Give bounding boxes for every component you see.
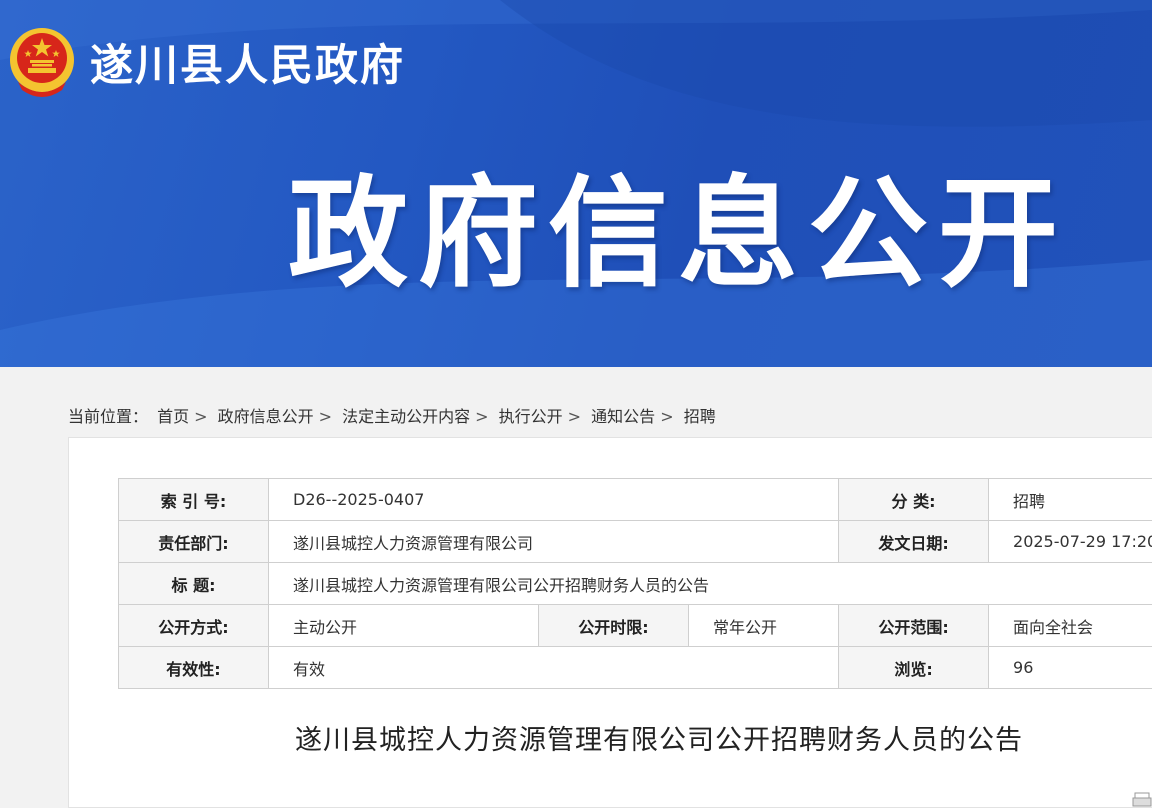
title-label: 标 题: [118,562,269,605]
dept-value: 遂川县城控人力资源管理有限公司 [267,520,840,563]
breadcrumb-separator: > [567,407,582,426]
site-title[interactable]: 遂川县人民政府 [90,31,405,93]
validity-label: 有效性: [118,646,269,689]
date-value: 2025-07-29 17:20:27 [988,520,1152,563]
views-value: 96 [988,646,1152,689]
breadcrumb-item-statutory[interactable]: 法定主动公开内容 [342,407,470,426]
site-header[interactable]: 遂川县人民政府 [8,22,405,102]
breadcrumb-item-recruitment[interactable]: 招聘 [684,407,716,426]
breadcrumb-separator: > [318,407,333,426]
method-label: 公开方式: [118,604,269,647]
period-value: 常年公开 [687,604,840,647]
breadcrumb-separator: > [475,407,489,426]
printer-icon[interactable] [1132,791,1152,807]
breadcrumb-item-execution[interactable]: 执行公开 [499,407,563,426]
dept-label: 责任部门: [118,520,269,563]
category-value: 招聘 [988,478,1152,521]
title-value: 遂川县城控人力资源管理有限公司公开招聘财务人员的公告 [267,562,1152,605]
breadcrumb-label: 当前位置： [68,407,149,426]
index-value: D26--2025-0407 [267,478,840,521]
national-emblem-icon [10,28,74,97]
table-row: 索 引 号: D26--2025-0407 分 类: 招聘 [118,478,1152,521]
period-label: 公开时限: [538,604,689,647]
article-card: 索 引 号: D26--2025-0407 分 类: 招聘 责任部门: 遂川县城… [68,437,1152,808]
views-label: 浏览: [838,646,990,689]
breadcrumb-item-home[interactable]: 首页 [157,407,189,426]
breadcrumb-separator: > [660,407,674,426]
scope-label: 公开范围: [838,604,990,647]
table-row: 有效性: 有效 浏览: 96 [118,646,1152,689]
method-value: 主动公开 [268,604,539,647]
validity-value: 有效 [267,646,840,689]
banner: 遂川县人民政府 政府信息公开 [0,0,1152,367]
banner-headline: 政府信息公开 [288,165,1068,304]
breadcrumb-item-gov-info[interactable]: 政府信息公开 [218,407,314,426]
breadcrumb: 当前位置： 首页 > 政府信息公开 > 法定主动公开内容 > 执行公开 > 通知公告 > … [68,403,720,427]
metadata-table: 索 引 号: D26--2025-0407 分 类: 招聘 责任部门: 遂川县城… [118,478,1152,689]
table-row: 责任部门: 遂川县城控人力资源管理有限公司 发文日期: 2025-07-29 1… [118,520,1152,563]
date-label: 发文日期: [838,520,990,563]
breadcrumb-separator: > [194,407,208,426]
article-title: 遂川县城控人力资源管理有限公司公开招聘财务人员的公告 [295,725,1023,756]
main-content: 当前位置： 首页 > 政府信息公开 > 法定主动公开内容 > 执行公开 > 通知公告 > … [4,367,1152,808]
category-label: 分 类: [838,478,990,521]
table-row: 标 题: 遂川县城控人力资源管理有限公司公开招聘财务人员的公告 [118,562,1152,605]
breadcrumb-item-notices[interactable]: 通知公告 [591,407,655,426]
scope-value: 面向全社会 [988,604,1152,647]
table-row: 公开方式: 主动公开 公开时限: 常年公开 公开范围: 面向全社会 [118,604,1152,647]
index-label: 索 引 号: [118,478,269,521]
